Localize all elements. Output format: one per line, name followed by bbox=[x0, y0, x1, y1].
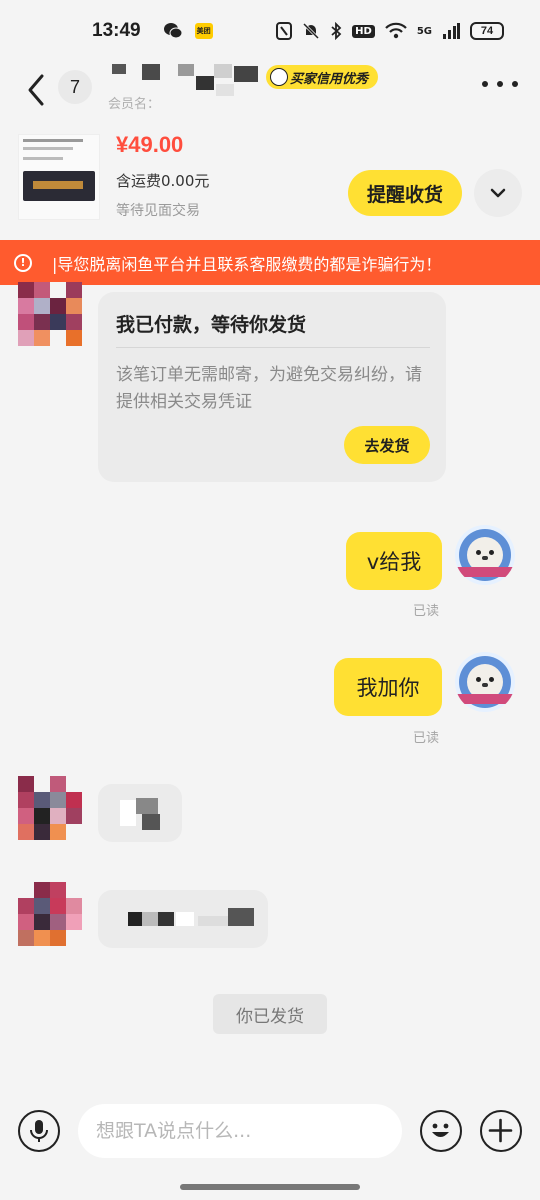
message-text-input[interactable] bbox=[78, 1104, 402, 1158]
order-card-title: 我已付款，等待你发货 bbox=[116, 314, 307, 336]
voice-input-button[interactable] bbox=[18, 1110, 60, 1152]
smiley-icon bbox=[432, 1123, 449, 1137]
trade-status: 等待见面交易 bbox=[116, 203, 200, 219]
microphone-icon bbox=[30, 1120, 48, 1142]
contact-message-bubble-redacted[interactable] bbox=[98, 784, 182, 842]
order-status-card: 我已付款，等待你发货 该笔订单无需邮寄，为避免交易纠纷，请提供相关交易凭证 去发… bbox=[98, 292, 446, 482]
my-message-bubble[interactable]: v给我 bbox=[346, 532, 442, 590]
credit-badge-label: 买家信用优秀 bbox=[290, 71, 369, 87]
buyer-credit-badge: 买家信用优秀 bbox=[266, 65, 379, 89]
wechat-icon bbox=[163, 23, 183, 39]
order-card-description: 该笔订单无需邮寄，为避免交易纠纷，请提供相关交易凭证 bbox=[116, 365, 422, 412]
contact-avatar[interactable] bbox=[18, 282, 94, 358]
system-icons: HD 5G 74 bbox=[276, 22, 504, 40]
network-type: 5G bbox=[416, 25, 432, 37]
credit-mascot-icon bbox=[270, 68, 288, 86]
product-card[interactable]: ¥49.00 含运费0.00元 等待见面交易 提醒收货 bbox=[0, 128, 540, 236]
nfc-icon bbox=[276, 22, 293, 40]
read-receipt: 已读 bbox=[413, 731, 440, 746]
my-avatar[interactable] bbox=[455, 525, 515, 585]
message-input-bar bbox=[0, 1096, 540, 1168]
remind-receipt-button[interactable]: 提醒收货 bbox=[348, 170, 462, 216]
contact-avatar[interactable] bbox=[18, 882, 94, 958]
hd-badge: HD bbox=[352, 24, 375, 38]
status-bar: 13:49 美团 HD 5G 74 bbox=[0, 0, 540, 62]
ship-order-button[interactable]: 去发货 bbox=[344, 426, 430, 464]
warning-text: |导您脱离闲鱼平台并且联系客服缴费的都是诈骗行为！ bbox=[52, 254, 442, 274]
plus-icon bbox=[488, 1118, 513, 1143]
warning-icon: ! bbox=[14, 253, 32, 272]
fraud-warning-banner: ! |导您脱离闲鱼平台并且联系客服缴费的都是诈骗行为！ bbox=[0, 240, 540, 285]
system-shipped-notice: 你已发货 bbox=[213, 994, 327, 1034]
notification-badges: 美团 bbox=[163, 22, 213, 40]
battery-indicator: 74 bbox=[470, 22, 504, 40]
emoji-button[interactable] bbox=[420, 1110, 462, 1152]
contact-avatar[interactable] bbox=[18, 776, 94, 852]
member-name-label: 会员名： bbox=[108, 97, 161, 112]
signal-icon bbox=[443, 23, 460, 39]
bluetooth-icon bbox=[331, 22, 342, 40]
home-indicator[interactable] bbox=[180, 1184, 360, 1190]
chat-header: 7 买家信用优秀 会员名： bbox=[0, 62, 540, 122]
more-actions-button[interactable] bbox=[480, 1110, 522, 1152]
meituan-icon: 美团 bbox=[194, 23, 213, 39]
mute-bell-icon bbox=[303, 22, 320, 40]
product-thumbnail[interactable] bbox=[18, 134, 100, 220]
product-price: ¥49.00 bbox=[116, 132, 184, 157]
unread-count-badge[interactable]: 7 bbox=[58, 70, 92, 104]
contact-message-bubble-redacted[interactable] bbox=[98, 890, 268, 948]
wifi-icon bbox=[385, 22, 407, 39]
shipping-fee: 含运费0.00元 bbox=[116, 172, 210, 190]
expand-chevron-icon[interactable] bbox=[474, 169, 522, 217]
my-message-bubble[interactable]: 我加你 bbox=[334, 658, 442, 716]
back-arrow-icon[interactable] bbox=[22, 70, 52, 110]
more-options-icon[interactable] bbox=[482, 72, 518, 96]
status-time: 13:49 bbox=[92, 20, 141, 41]
read-receipt: 已读 bbox=[413, 604, 440, 619]
my-avatar[interactable] bbox=[455, 652, 515, 712]
order-card-divider bbox=[116, 347, 430, 348]
